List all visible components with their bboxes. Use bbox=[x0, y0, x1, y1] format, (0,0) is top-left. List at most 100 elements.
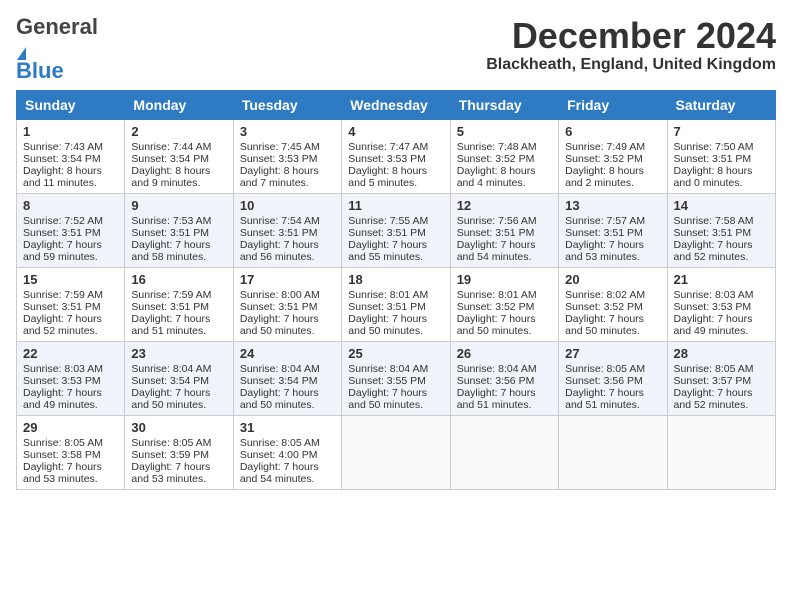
day-number: 12 bbox=[457, 198, 552, 213]
day-info-line: and 59 minutes. bbox=[23, 251, 118, 263]
day-number: 11 bbox=[348, 198, 443, 213]
day-info-line: Daylight: 7 hours bbox=[23, 387, 118, 399]
calendar-cell: 5Sunrise: 7:48 AMSunset: 3:52 PMDaylight… bbox=[450, 120, 558, 194]
day-info-line: Sunrise: 8:01 AM bbox=[457, 289, 552, 301]
calendar-cell: 20Sunrise: 8:02 AMSunset: 3:52 PMDayligh… bbox=[559, 268, 667, 342]
day-info-line: and 52 minutes. bbox=[674, 251, 769, 263]
day-info-line: and 50 minutes. bbox=[348, 325, 443, 337]
day-info-line: and 52 minutes. bbox=[23, 325, 118, 337]
calendar-cell: 13Sunrise: 7:57 AMSunset: 3:51 PMDayligh… bbox=[559, 194, 667, 268]
calendar-cell: 22Sunrise: 8:03 AMSunset: 3:53 PMDayligh… bbox=[17, 342, 125, 416]
calendar-cell: 3Sunrise: 7:45 AMSunset: 3:53 PMDaylight… bbox=[233, 120, 341, 194]
day-number: 25 bbox=[348, 346, 443, 361]
calendar-cell: 27Sunrise: 8:05 AMSunset: 3:56 PMDayligh… bbox=[559, 342, 667, 416]
day-info-line: Sunrise: 7:54 AM bbox=[240, 215, 335, 227]
day-info-line: Daylight: 7 hours bbox=[131, 387, 226, 399]
day-info-line: Sunrise: 7:55 AM bbox=[348, 215, 443, 227]
day-info-line: Sunset: 3:54 PM bbox=[23, 153, 118, 165]
day-info-line: Sunset: 3:55 PM bbox=[348, 375, 443, 387]
header-sunday: Sunday bbox=[17, 91, 125, 120]
calendar-cell: 2Sunrise: 7:44 AMSunset: 3:54 PMDaylight… bbox=[125, 120, 233, 194]
day-info-line: Sunrise: 7:47 AM bbox=[348, 141, 443, 153]
day-info-line: and 52 minutes. bbox=[674, 399, 769, 411]
day-number: 1 bbox=[23, 124, 118, 139]
header-friday: Friday bbox=[559, 91, 667, 120]
day-number: 23 bbox=[131, 346, 226, 361]
day-info-line: Sunrise: 7:59 AM bbox=[23, 289, 118, 301]
week-row-3: 15Sunrise: 7:59 AMSunset: 3:51 PMDayligh… bbox=[17, 268, 776, 342]
days-header-row: SundayMondayTuesdayWednesdayThursdayFrid… bbox=[17, 91, 776, 120]
day-info-line: and 53 minutes. bbox=[131, 473, 226, 485]
day-info-line: Daylight: 7 hours bbox=[348, 239, 443, 251]
day-number: 20 bbox=[565, 272, 660, 287]
day-info-line: Sunrise: 8:03 AM bbox=[23, 363, 118, 375]
day-info-line: Daylight: 8 hours bbox=[565, 165, 660, 177]
day-info-line: Sunset: 3:52 PM bbox=[565, 301, 660, 313]
header-wednesday: Wednesday bbox=[342, 91, 450, 120]
day-info-line: Daylight: 8 hours bbox=[674, 165, 769, 177]
day-info-line: Sunrise: 8:04 AM bbox=[240, 363, 335, 375]
day-number: 30 bbox=[131, 420, 226, 435]
day-number: 31 bbox=[240, 420, 335, 435]
day-info-line: Daylight: 7 hours bbox=[348, 313, 443, 325]
calendar-cell: 8Sunrise: 7:52 AMSunset: 3:51 PMDaylight… bbox=[17, 194, 125, 268]
day-info-line: and 49 minutes. bbox=[674, 325, 769, 337]
day-info-line: Sunset: 3:56 PM bbox=[565, 375, 660, 387]
day-info-line: Daylight: 7 hours bbox=[565, 313, 660, 325]
day-info-line: and 0 minutes. bbox=[674, 177, 769, 189]
day-info-line: Sunset: 3:56 PM bbox=[457, 375, 552, 387]
header: General Blue December 2024 Blackheath, E… bbox=[16, 16, 776, 82]
calendar-cell: 31Sunrise: 8:05 AMSunset: 4:00 PMDayligh… bbox=[233, 416, 341, 490]
day-info-line: Sunrise: 8:04 AM bbox=[131, 363, 226, 375]
day-info-line: Sunset: 3:53 PM bbox=[240, 153, 335, 165]
day-info-line: Daylight: 7 hours bbox=[457, 313, 552, 325]
day-info-line: Sunset: 3:51 PM bbox=[131, 301, 226, 313]
week-row-1: 1Sunrise: 7:43 AMSunset: 3:54 PMDaylight… bbox=[17, 120, 776, 194]
day-info-line: Sunrise: 8:04 AM bbox=[348, 363, 443, 375]
day-info-line: Daylight: 7 hours bbox=[457, 239, 552, 251]
day-info-line: and 54 minutes. bbox=[240, 473, 335, 485]
day-info-line: and 7 minutes. bbox=[240, 177, 335, 189]
day-info-line: Sunset: 3:51 PM bbox=[131, 227, 226, 239]
day-info-line: Sunrise: 7:53 AM bbox=[131, 215, 226, 227]
day-number: 7 bbox=[674, 124, 769, 139]
day-number: 28 bbox=[674, 346, 769, 361]
calendar-cell: 28Sunrise: 8:05 AMSunset: 3:57 PMDayligh… bbox=[667, 342, 775, 416]
calendar-cell: 1Sunrise: 7:43 AMSunset: 3:54 PMDaylight… bbox=[17, 120, 125, 194]
calendar-cell: 29Sunrise: 8:05 AMSunset: 3:58 PMDayligh… bbox=[17, 416, 125, 490]
day-info-line: Sunrise: 7:50 AM bbox=[674, 141, 769, 153]
day-info-line: Daylight: 8 hours bbox=[457, 165, 552, 177]
calendar-cell: 25Sunrise: 8:04 AMSunset: 3:55 PMDayligh… bbox=[342, 342, 450, 416]
day-info-line: Daylight: 8 hours bbox=[131, 165, 226, 177]
day-number: 19 bbox=[457, 272, 552, 287]
day-info-line: Sunset: 3:54 PM bbox=[131, 153, 226, 165]
day-info-line: Sunrise: 7:48 AM bbox=[457, 141, 552, 153]
day-info-line: Sunset: 3:51 PM bbox=[240, 227, 335, 239]
header-monday: Monday bbox=[125, 91, 233, 120]
day-number: 29 bbox=[23, 420, 118, 435]
day-info-line: and 51 minutes. bbox=[131, 325, 226, 337]
calendar-cell: 9Sunrise: 7:53 AMSunset: 3:51 PMDaylight… bbox=[125, 194, 233, 268]
day-info-line: Daylight: 7 hours bbox=[674, 387, 769, 399]
day-info-line: and 50 minutes. bbox=[348, 399, 443, 411]
calendar-cell: 19 Sunrise: 8:01 AMSunset: 3:52 PMDayligh… bbox=[450, 268, 558, 342]
calendar-cell: 7Sunrise: 7:50 AMSunset: 3:51 PMDaylight… bbox=[667, 120, 775, 194]
day-info-line: and 50 minutes. bbox=[457, 325, 552, 337]
calendar-cell: 15Sunrise: 7:59 AMSunset: 3:51 PMDayligh… bbox=[17, 268, 125, 342]
week-row-5: 29Sunrise: 8:05 AMSunset: 3:58 PMDayligh… bbox=[17, 416, 776, 490]
day-info-line: Sunset: 3:51 PM bbox=[23, 301, 118, 313]
month-year-title: December 2024 bbox=[486, 16, 776, 56]
day-info-line: and 11 minutes. bbox=[23, 177, 118, 189]
day-info-line: Sunrise: 7:43 AM bbox=[23, 141, 118, 153]
day-info-line: Sunset: 3:52 PM bbox=[457, 301, 552, 313]
day-info-line: Sunrise: 7:56 AM bbox=[457, 215, 552, 227]
day-info-line: and 53 minutes. bbox=[565, 251, 660, 263]
day-number: 16 bbox=[131, 272, 226, 287]
day-info-line: Daylight: 7 hours bbox=[23, 313, 118, 325]
day-info-line: and 51 minutes. bbox=[565, 399, 660, 411]
calendar-cell bbox=[667, 416, 775, 490]
day-info-line: Daylight: 8 hours bbox=[240, 165, 335, 177]
calendar-cell: 6Sunrise: 7:49 AMSunset: 3:52 PMDaylight… bbox=[559, 120, 667, 194]
day-info-line: Sunset: 3:51 PM bbox=[348, 301, 443, 313]
day-info-line: Sunset: 3:58 PM bbox=[23, 449, 118, 461]
